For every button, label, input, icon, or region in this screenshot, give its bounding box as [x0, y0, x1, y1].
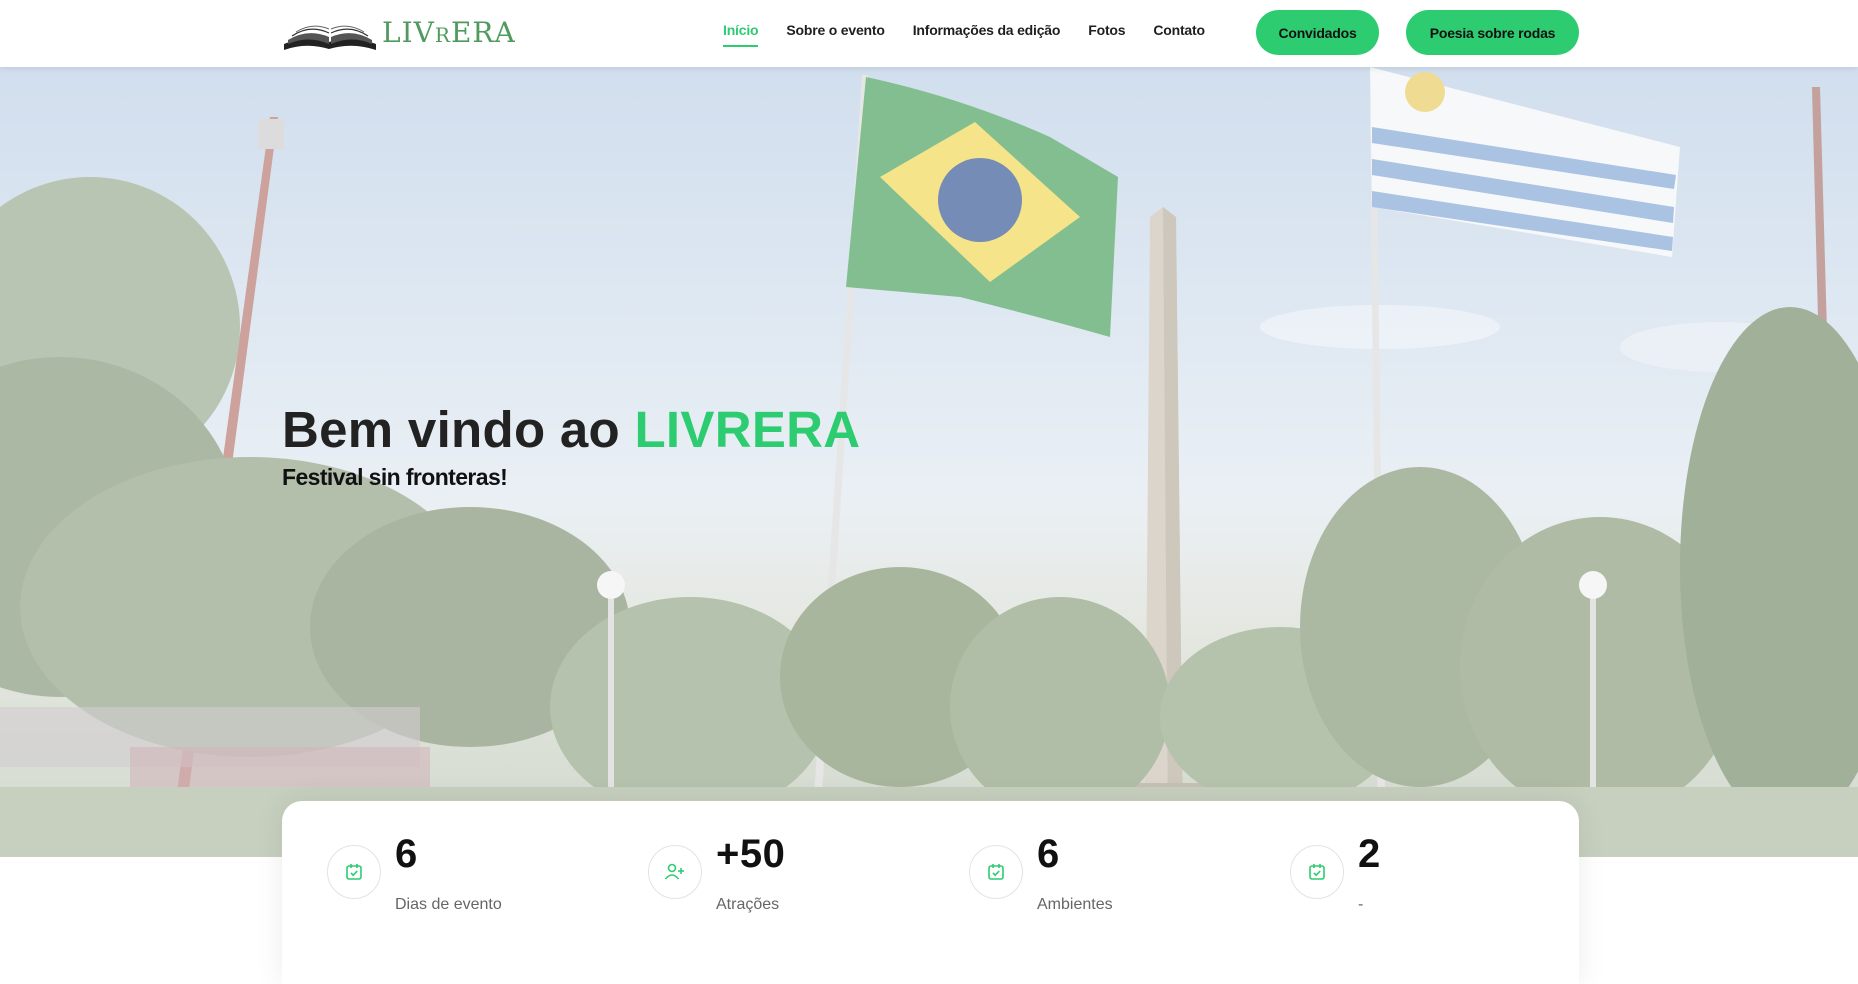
stat-value: 6	[395, 832, 418, 876]
logo-text: LIVRERA	[382, 15, 516, 49]
hero-section: Bem vindo ao LIVRERA Festival sin fronte…	[0, 67, 1858, 857]
calendar-check-icon	[1290, 845, 1344, 899]
convidados-button[interactable]: Convidados	[1256, 10, 1379, 55]
stat-value: 6	[1037, 832, 1060, 876]
stat-value: +50	[716, 832, 786, 876]
stat-item-ambientes: 6 Ambientes	[924, 801, 1244, 931]
stats-card: 6 Dias de evento +50 Atrações 6 Ambiente…	[282, 801, 1579, 984]
logo[interactable]: LIVRERA	[282, 14, 516, 52]
hero-title-accent: LIVRERA	[634, 401, 861, 458]
stat-label: Atrações	[716, 896, 780, 913]
open-book-icon	[284, 25, 376, 50]
nav-link-sobre-o-evento[interactable]: Sobre o evento	[786, 22, 885, 38]
stat-label: -	[1358, 896, 1364, 913]
calendar-check-icon	[327, 845, 381, 899]
stat-item-extra: 2 -	[1245, 801, 1565, 931]
hero-subtitle: Festival sin fronteras!	[282, 464, 508, 490]
main-nav: Início Sobre o evento Informações da edi…	[723, 22, 1233, 47]
hero-title: Bem vindo ao LIVRERA	[282, 401, 861, 458]
site-header: LIVRERA Início Sobre o evento Informaçõe…	[0, 0, 1858, 67]
stat-item-atracoes: +50 Atrações	[603, 801, 923, 931]
user-plus-icon	[648, 845, 702, 899]
nav-link-informacoes-da-edicao[interactable]: Informações da edição	[913, 22, 1061, 38]
stat-label: Dias de evento	[395, 896, 502, 913]
poesia-sobre-rodas-button[interactable]: Poesia sobre rodas	[1406, 10, 1579, 55]
hero-overlay	[0, 67, 1858, 857]
stat-item-dias: 6 Dias de evento	[282, 801, 602, 931]
stat-label: Ambientes	[1037, 896, 1113, 913]
nav-link-contato[interactable]: Contato	[1153, 22, 1205, 38]
calendar-check-icon	[969, 845, 1023, 899]
nav-link-inicio[interactable]: Início	[723, 22, 759, 47]
nav-link-fotos[interactable]: Fotos	[1088, 22, 1125, 38]
stat-value: 2	[1358, 832, 1381, 876]
